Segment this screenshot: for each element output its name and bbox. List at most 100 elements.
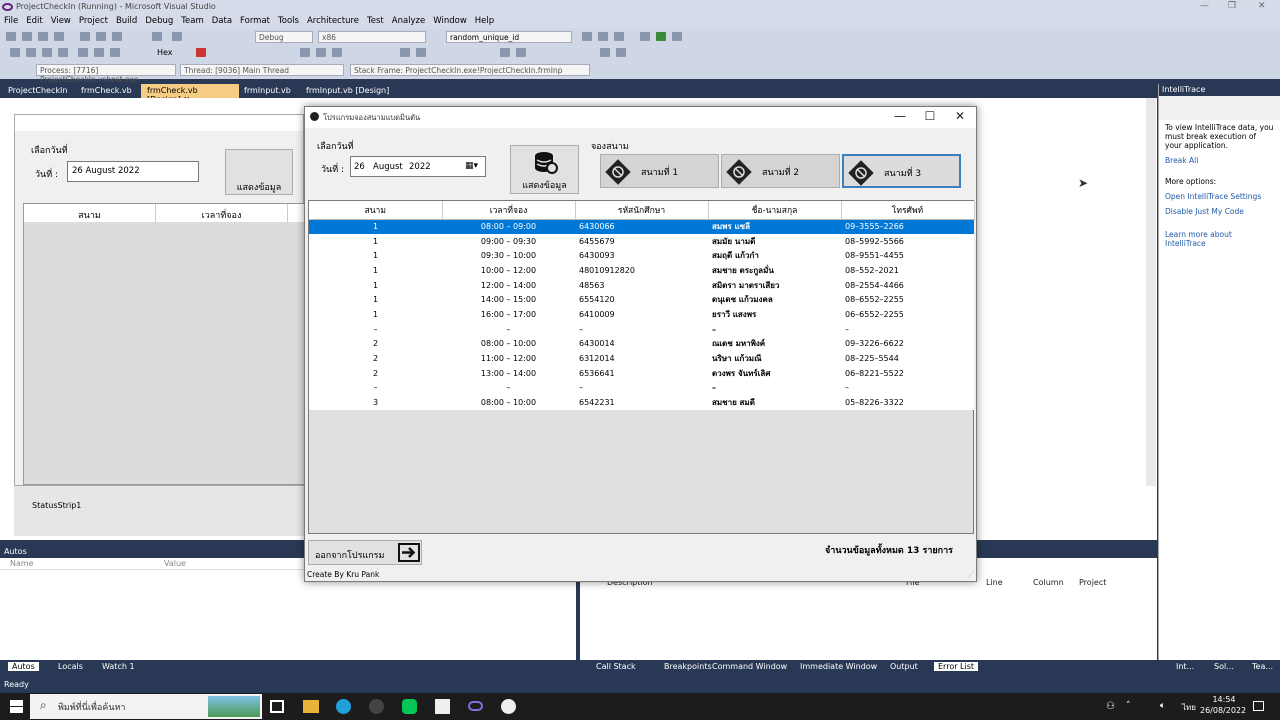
menu-team[interactable]: Team — [177, 15, 207, 29]
stop-icon[interactable] — [42, 48, 52, 57]
break-all-icon[interactable] — [26, 48, 36, 57]
cut-icon[interactable] — [80, 32, 90, 41]
process-select[interactable]: Process: [7716] ProjectCheckIn.vshost.ex… — [36, 64, 176, 84]
menu-edit[interactable]: Edit — [22, 15, 46, 29]
app-close-icon[interactable]: ✕ — [945, 109, 975, 125]
col-time[interactable]: เวลาที่จอง — [442, 201, 576, 220]
task-view-icon[interactable] — [270, 700, 284, 713]
toolbar-icon-e[interactable] — [656, 32, 666, 41]
app-maximize-icon[interactable]: ☐ — [915, 109, 945, 125]
tab-immediate-window[interactable]: Immediate Window — [800, 662, 877, 671]
table-row[interactable]: 1 12:00 – 14:00 48563 สมิตรา มาตราเสียว 08–2… — [309, 277, 974, 293]
app-icon-5[interactable] — [369, 699, 384, 714]
col-name[interactable]: ชื่อ-นามสกุล — [708, 201, 842, 220]
save-icon[interactable] — [38, 32, 48, 41]
court-1-button[interactable]: สนามที่ 1 — [600, 154, 719, 188]
menu-test[interactable]: Test — [363, 15, 388, 29]
break-all-link[interactable]: Break All — [1165, 156, 1274, 165]
tab-team[interactable]: Tea... — [1252, 662, 1273, 671]
align-icon-a[interactable] — [300, 48, 310, 57]
language-indicator[interactable]: ไทย — [1182, 701, 1196, 714]
layout-icon-c[interactable] — [600, 48, 610, 57]
calendar-dropdown-icon[interactable]: ▦▾ — [465, 161, 478, 171]
table-row[interactable]: 3 08:00 – 10:00 6542231 สมชาย สมดี 05–8226–3… — [309, 395, 974, 410]
undo-icon[interactable] — [152, 32, 162, 41]
table-row[interactable]: – – – – – — [309, 321, 974, 337]
platform-select[interactable]: x86 — [318, 31, 426, 43]
tab-command-window[interactable]: Command Window — [712, 662, 787, 671]
resize-grip-icon[interactable]: ⋰ — [967, 571, 974, 579]
tray-chevron-icon[interactable]: ˄ — [1126, 701, 1131, 711]
table-row[interactable]: 1 14:00 – 15:00 6554120 ดนุเดช แก้วมงคล 08–6… — [309, 292, 974, 308]
status-strip-label[interactable]: StatusStrip1 — [32, 501, 81, 510]
paste-icon[interactable] — [112, 32, 122, 41]
step-out-icon[interactable] — [110, 48, 120, 57]
tab-frminput-vb[interactable]: frmInput.vb — [238, 84, 297, 98]
restore-icon[interactable]: ❐ — [1228, 1, 1236, 11]
clock-time[interactable]: 14:54 — [1206, 695, 1242, 704]
table-row[interactable]: 1 16:00 – 17:00 6410009 ยราวี แสงพร 06–6552–… — [309, 307, 974, 322]
menu-file[interactable]: File — [0, 15, 22, 29]
exit-button[interactable]: ออกจากโปรแกรม — [308, 540, 422, 565]
new-project-icon[interactable] — [6, 32, 16, 41]
table-row[interactable]: 1 10:00 – 12:00 48010912820 สมชาย ตระกูลมั่… — [309, 263, 974, 278]
table-row[interactable]: 1 09:30 – 10:00 6430093 สมฤดี แก้วกำ 08–9551… — [309, 248, 974, 264]
thread-select[interactable]: Thread: [9036] Main Thread — [180, 64, 344, 76]
court-2-button[interactable]: สนามที่ 2 — [721, 154, 840, 188]
edge-icon[interactable] — [336, 699, 351, 714]
booking-grid[interactable]: สนาม เวลาที่จอง รหัสนักศึกษา ชื่อ-นามสกุล โท… — [308, 200, 975, 534]
toolbar-icon-d[interactable] — [640, 32, 650, 41]
table-row[interactable]: 2 11:00 – 12:00 6312014 นริษา แก้วมณี 08–225… — [309, 351, 974, 366]
col-court[interactable]: สนาม — [309, 201, 443, 220]
table-row[interactable]: 1 08:00 – 09:00 6430066 สมพร แซลี 09–3555–22… — [309, 219, 974, 234]
stack-frame-select[interactable]: Stack Frame: ProjectCheckIn.exe!ProjectC… — [350, 64, 590, 76]
continue-icon[interactable] — [10, 48, 20, 57]
windows-start-icon[interactable] — [10, 700, 23, 713]
find-combo[interactable]: random_unique_id — [446, 31, 572, 43]
tab-call-stack[interactable]: Call Stack — [596, 662, 636, 671]
layout-icon-b[interactable] — [516, 48, 526, 57]
menu-data[interactable]: Data — [208, 15, 236, 29]
restart-icon[interactable] — [58, 48, 68, 57]
copy-icon[interactable] — [96, 32, 106, 41]
toolbar-icon-f[interactable] — [672, 32, 682, 41]
menu-architecture[interactable]: Architecture — [303, 15, 363, 29]
menu-format[interactable]: Format — [236, 15, 274, 29]
table-row[interactable]: 2 08:00 – 10:00 6430014 ณเดช มหาพิงค์ 09–322… — [309, 336, 974, 352]
menu-build[interactable]: Build — [112, 15, 141, 29]
designer-scrollbar[interactable] — [1146, 98, 1156, 486]
menu-tools[interactable]: Tools — [274, 15, 303, 29]
menu-analyze[interactable]: Analyze — [388, 15, 430, 29]
open-icon[interactable] — [22, 32, 32, 41]
show-data-button[interactable]: แสดงข้อมูล — [510, 145, 579, 194]
layout-icon-d[interactable] — [616, 48, 626, 57]
layout-icon-a[interactable] — [500, 48, 510, 57]
menu-help[interactable]: Help — [471, 15, 498, 29]
tab-frmcheck-vb[interactable]: frmCheck.vb — [75, 84, 138, 98]
date-picker[interactable]: 26 August 2022 ▦▾ — [350, 156, 486, 177]
align-icon-c[interactable] — [332, 48, 342, 57]
save-all-icon[interactable] — [54, 32, 64, 41]
volume-icon[interactable]: 🔈︎ — [1160, 701, 1165, 711]
visual-studio-taskbar-icon[interactable] — [468, 701, 483, 711]
tab-projectcheckin[interactable]: ProjectCheckIn — [2, 84, 73, 98]
tab-watch1[interactable]: Watch 1 — [102, 662, 135, 671]
table-row[interactable]: – – – – – — [309, 380, 974, 396]
running-app-icon[interactable] — [501, 699, 516, 714]
align-icon-e[interactable] — [416, 48, 426, 57]
menu-project[interactable]: Project — [75, 15, 112, 29]
close-icon[interactable]: ✕ — [1258, 1, 1266, 11]
notification-icon[interactable] — [1253, 701, 1264, 711]
menu-debug[interactable]: Debug — [141, 15, 177, 29]
redo-icon[interactable] — [172, 32, 182, 41]
tab-solution[interactable]: Sol... — [1214, 662, 1234, 671]
store-icon[interactable] — [435, 699, 450, 714]
tab-autos[interactable]: Autos — [8, 662, 39, 671]
col-phone[interactable]: โทรศัพท์ — [841, 201, 975, 220]
toolbar-icon-b[interactable] — [598, 32, 608, 41]
step-over-icon[interactable] — [94, 48, 104, 57]
people-icon[interactable]: ⚇ — [1106, 701, 1115, 712]
menu-view[interactable]: View — [47, 15, 75, 29]
tab-output[interactable]: Output — [890, 662, 918, 671]
court-3-button[interactable]: สนามที่ 3 — [842, 154, 961, 188]
